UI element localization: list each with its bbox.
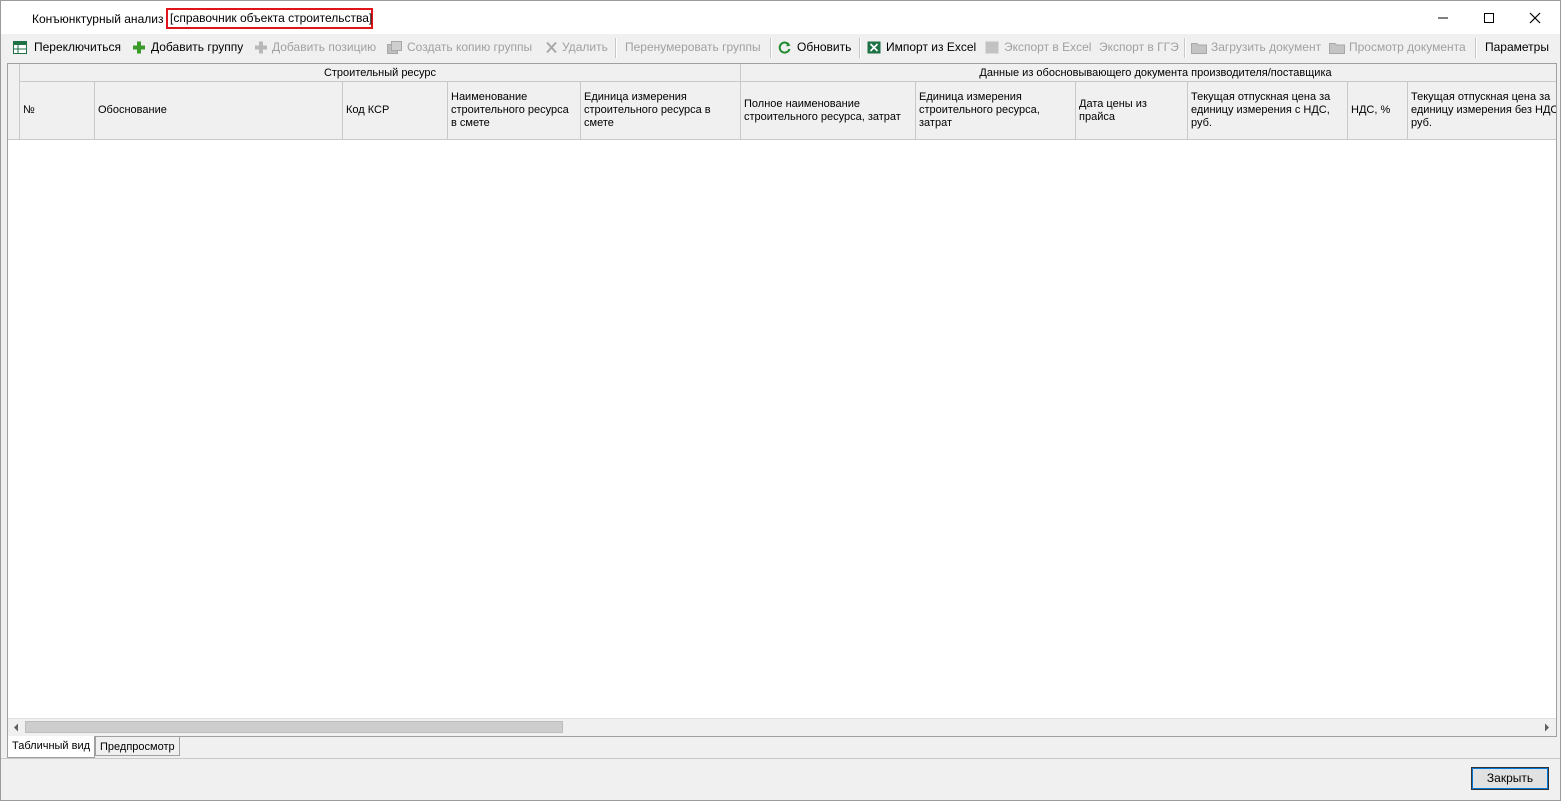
delete-label: Удалить [562, 40, 608, 54]
copy-icon [387, 41, 402, 54]
switch-label: Переключиться [34, 40, 121, 54]
maximize-button[interactable] [1466, 1, 1512, 34]
add-position-button[interactable]: Добавить позицию [254, 37, 380, 57]
refresh-label: Обновить [797, 40, 852, 54]
copy-group-button[interactable]: Создать копию группы [387, 37, 537, 57]
footer-divider [1, 758, 1560, 759]
export-excel-button[interactable]: Экспорт в Excel [985, 37, 1091, 57]
toolbar-separator [859, 38, 861, 58]
column-header-number[interactable]: № [20, 82, 95, 140]
add-group-label: Добавить группу [151, 40, 244, 54]
refresh-button[interactable]: Обновить [778, 37, 854, 57]
scroll-right-icon[interactable] [1538, 719, 1555, 736]
switch-button[interactable]: Переключиться [13, 37, 125, 57]
document-icon [1329, 43, 1345, 54]
toolbar: Переключиться Добавить группу Добавить п… [1, 34, 1560, 60]
resource-grid[interactable]: Строительный ресурс Данные из обосновыва… [7, 63, 1557, 737]
import-excel-button[interactable]: Импорт из Excel [867, 37, 977, 57]
export-gge-button[interactable]: Экспорт в ГГЭ [1099, 37, 1179, 57]
toolbar-separator [1184, 38, 1186, 58]
copy-group-label: Создать копию группы [407, 40, 533, 54]
column-header-ksr-code[interactable]: Код КСР [343, 82, 448, 140]
minimize-button[interactable] [1420, 1, 1466, 34]
column-header-price-with-vat[interactable]: Текущая отпускная цена за единицу измере… [1188, 82, 1348, 140]
grid-corner [8, 64, 20, 140]
view-document-label: Просмотр документа [1349, 40, 1466, 54]
refresh-icon [778, 41, 791, 54]
tab-table-view[interactable]: Табличный вид [7, 736, 95, 758]
title-bar: Конъюнктурный анализ [справочник объекта… [1, 1, 1560, 34]
parameters-label: Параметры [1485, 40, 1549, 54]
column-header-resource-name[interactable]: Наименование строительного ресурса в сме… [448, 82, 581, 140]
plus-icon [133, 41, 145, 54]
window-title: Конъюнктурный анализ [32, 12, 164, 26]
view-document-button[interactable]: Просмотр документа [1329, 37, 1469, 57]
excel-icon [867, 41, 881, 54]
add-group-button[interactable]: Добавить группу [132, 37, 246, 57]
toolbar-separator [770, 38, 772, 58]
parameters-button[interactable]: Параметры [1485, 37, 1555, 57]
column-header-justification[interactable]: Обоснование [95, 82, 343, 140]
header-group-resource: Строительный ресурс [20, 64, 741, 82]
close-button[interactable]: Закрыть [1471, 767, 1549, 790]
column-header-price-without-vat[interactable]: Текущая отпускная цена за единицу измере… [1408, 82, 1556, 140]
excel-icon [985, 41, 999, 54]
header-group-supplier: Данные из обосновывающего документа прои… [741, 64, 1556, 82]
horizontal-scrollbar[interactable] [8, 718, 1556, 736]
plus-icon [255, 41, 267, 54]
scrollbar-thumb[interactable] [25, 721, 563, 733]
close-icon [1529, 12, 1541, 24]
minimize-icon [1438, 17, 1448, 19]
add-position-label: Добавить позицию [272, 40, 377, 54]
upload-document-label: Загрузить документ [1211, 40, 1322, 54]
maximize-icon [1484, 13, 1494, 23]
renumber-groups-button[interactable]: Перенумеровать группы [625, 37, 765, 57]
upload-document-button[interactable]: Загрузить документ [1191, 37, 1323, 57]
import-excel-label: Импорт из Excel [886, 40, 977, 54]
column-header-full-name[interactable]: Полное наименование строительного ресурс… [741, 82, 916, 140]
toolbar-separator [615, 38, 617, 58]
close-window-button[interactable] [1512, 1, 1558, 34]
column-header-resource-unit[interactable]: Единица измерения строительного ресурса … [581, 82, 741, 140]
renumber-groups-label: Перенумеровать группы [625, 40, 761, 54]
spreadsheet-icon [13, 41, 27, 54]
toolbar-separator [1475, 38, 1477, 58]
column-header-vat-percent[interactable]: НДС, % [1348, 82, 1408, 140]
delete-icon [546, 41, 557, 54]
export-excel-label: Экспорт в Excel [1004, 40, 1092, 54]
export-gge-label: Экспорт в ГГЭ [1099, 40, 1179, 54]
window-title-highlight: [справочник объекта строительства] [166, 8, 373, 29]
tab-preview[interactable]: Предпросмотр [95, 736, 180, 756]
folder-icon [1191, 43, 1207, 54]
scroll-left-icon[interactable] [8, 719, 25, 736]
delete-button[interactable]: Удалить [545, 37, 609, 57]
column-header-cost-unit[interactable]: Единица измерения строительного ресурса,… [916, 82, 1076, 140]
column-header-price-date[interactable]: Дата цены из прайса [1076, 82, 1188, 140]
konjunktur-window: Конъюнктурный анализ [справочник объекта… [0, 0, 1561, 801]
